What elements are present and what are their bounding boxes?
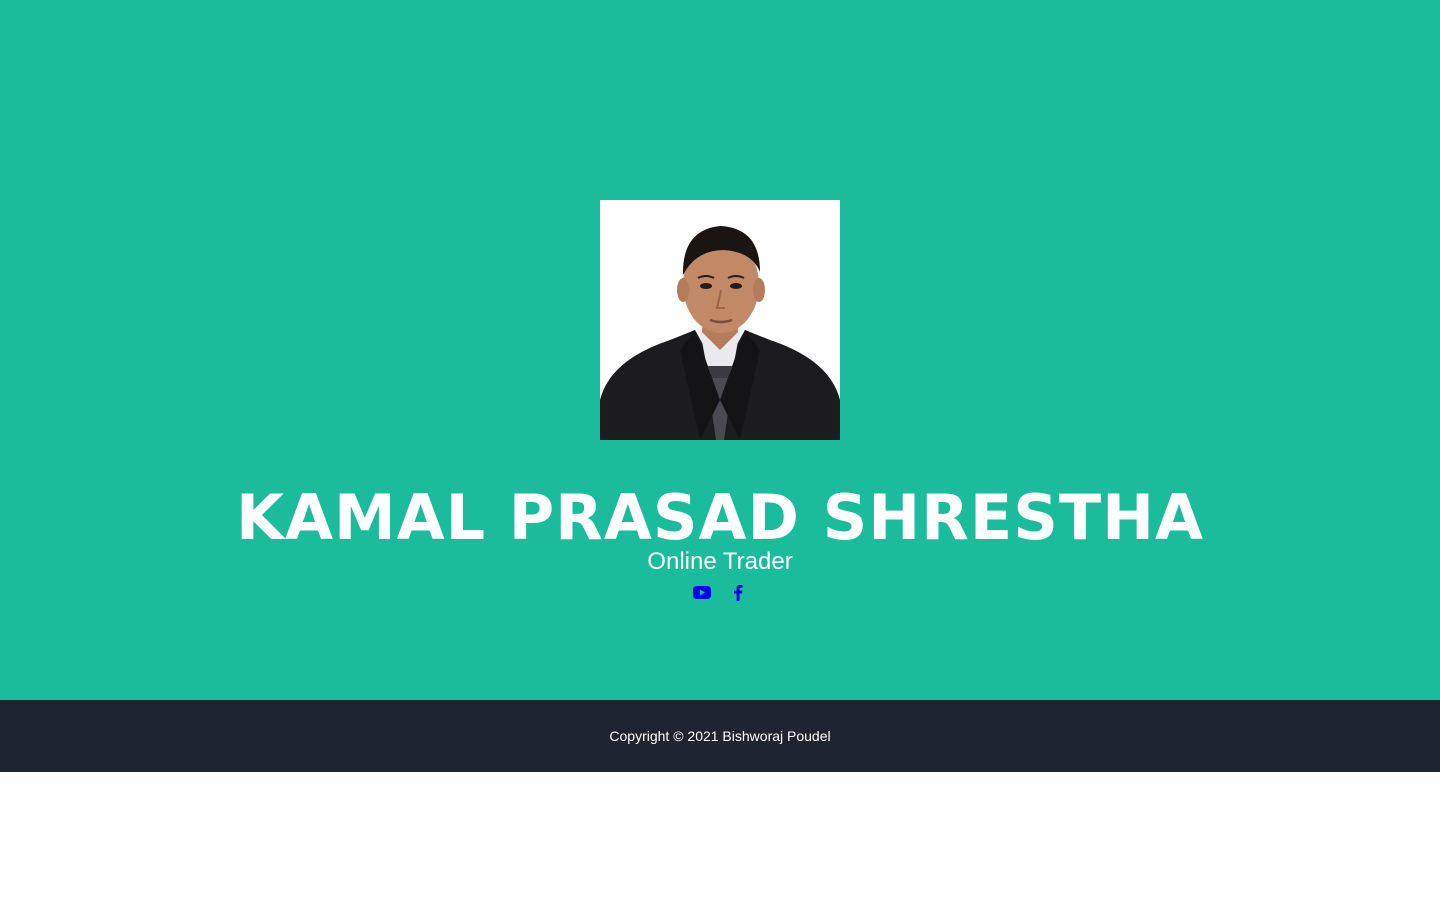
facebook-link[interactable] bbox=[729, 582, 747, 602]
youtube-link[interactable] bbox=[693, 582, 711, 602]
copyright-text: Copyright © 2021 Bishworaj Poudel bbox=[609, 728, 831, 744]
hero-section: KAMAL PRASAD SHRESTHA Online Trader bbox=[0, 0, 1440, 700]
profile-title: Online Trader bbox=[647, 548, 793, 575]
youtube-icon bbox=[693, 585, 711, 599]
footer: Copyright © 2021 Bishworaj Poudel bbox=[0, 700, 1440, 772]
social-links bbox=[0, 582, 1440, 602]
profile-photo bbox=[600, 200, 840, 440]
facebook-icon bbox=[734, 584, 743, 601]
